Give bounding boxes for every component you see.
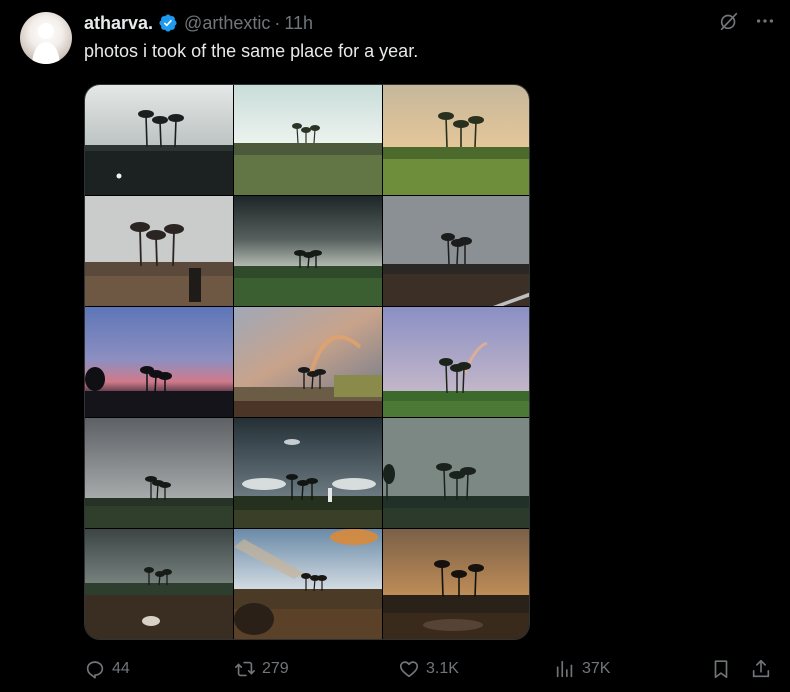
verified-badge-icon xyxy=(158,13,178,33)
photo-tile[interactable] xyxy=(234,529,382,639)
views-button[interactable]: 37K xyxy=(554,658,610,680)
like-button[interactable]: 3.1K xyxy=(398,658,459,680)
photo-tile[interactable] xyxy=(85,307,233,417)
photo-tile[interactable] xyxy=(85,418,233,528)
tweet: atharva. @arthextic · 11h photos i took xyxy=(0,0,790,692)
photo-tile[interactable] xyxy=(85,529,233,639)
heart-icon xyxy=(399,661,419,678)
retweet-count: 279 xyxy=(262,660,289,677)
reply-icon xyxy=(86,661,104,679)
more-icon[interactable] xyxy=(754,10,776,32)
photo-grid[interactable] xyxy=(84,84,530,640)
tweet-actions: 44 279 3.1K 37K xyxy=(84,658,774,684)
bookmark-button[interactable] xyxy=(710,658,732,680)
handle[interactable]: @arthextic xyxy=(184,13,270,34)
tweet-top-actions xyxy=(718,10,776,32)
photo-tile[interactable] xyxy=(234,85,382,195)
photo-tile[interactable] xyxy=(383,418,529,528)
separator-dot: · xyxy=(274,12,281,33)
grok-icon[interactable] xyxy=(718,10,740,32)
photo-tile[interactable] xyxy=(85,196,233,306)
photo-tile[interactable] xyxy=(85,85,233,195)
tweet-text: photos i took of the same place for a ye… xyxy=(84,41,419,61)
photo-tile[interactable] xyxy=(383,307,529,417)
retweet-icon xyxy=(235,661,255,677)
retweet-button[interactable]: 279 xyxy=(234,658,289,680)
photo-tile[interactable] xyxy=(383,85,529,195)
photo-tile[interactable] xyxy=(234,196,382,306)
share-button[interactable] xyxy=(750,658,772,680)
bookmark-icon xyxy=(714,660,728,679)
photo-tile[interactable] xyxy=(383,196,529,306)
reply-button[interactable]: 44 xyxy=(84,658,130,680)
like-count: 3.1K xyxy=(426,660,459,677)
display-name[interactable]: atharva. xyxy=(84,13,153,34)
views-count: 37K xyxy=(582,660,611,677)
reply-count: 44 xyxy=(112,660,130,677)
photo-tile[interactable] xyxy=(234,307,382,417)
timestamp[interactable]: 11h xyxy=(284,13,313,34)
photo-tile[interactable] xyxy=(234,418,382,528)
photo-tile[interactable] xyxy=(383,529,529,639)
share-icon xyxy=(752,659,770,678)
avatar[interactable] xyxy=(20,12,72,64)
views-icon xyxy=(556,660,573,678)
tweet-header: atharva. @arthextic · 11h xyxy=(84,11,313,35)
